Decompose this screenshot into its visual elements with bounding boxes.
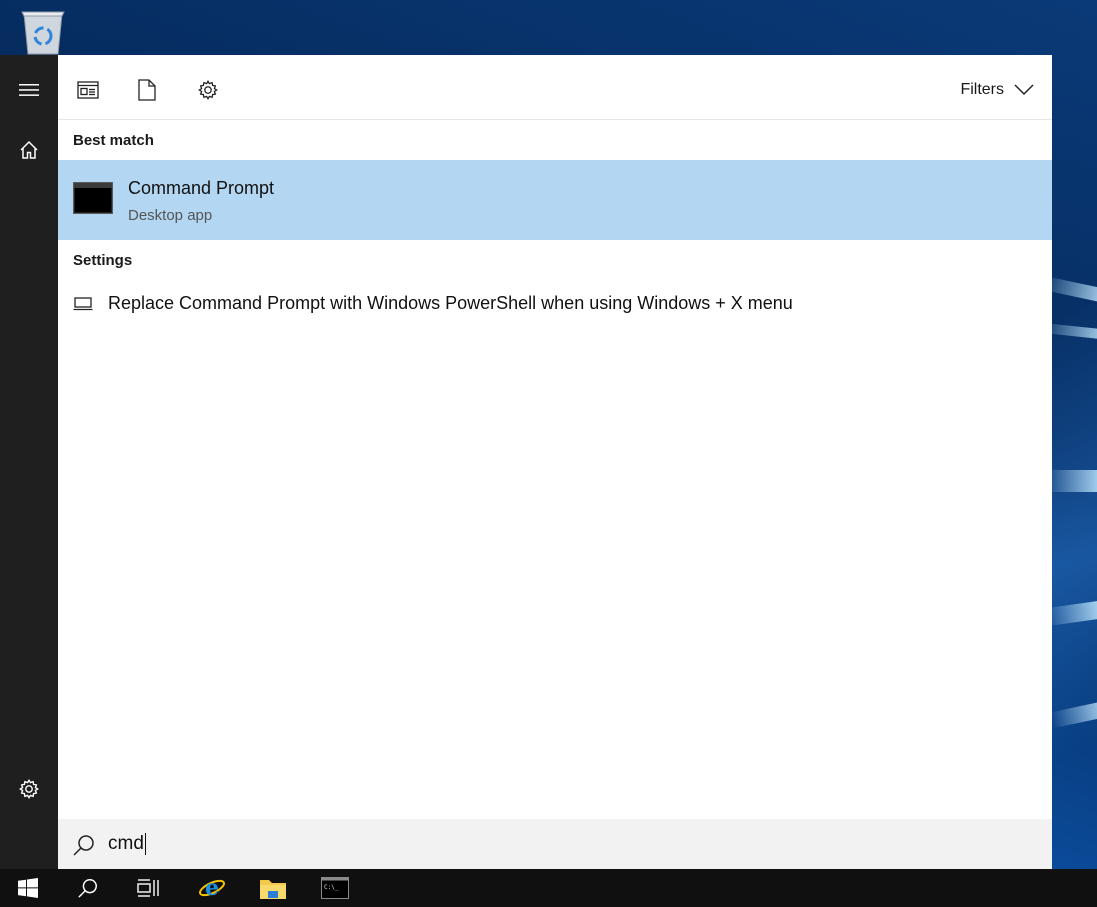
start-left-rail — [0, 55, 58, 869]
start-menu: Filters Best match Command Prompt Deskto… — [0, 55, 1052, 869]
best-match-subtitle: Desktop app — [128, 207, 213, 224]
gear-icon[interactable] — [9, 769, 49, 809]
gear-icon[interactable] — [190, 73, 226, 107]
hamburger-icon[interactable] — [9, 70, 49, 110]
wallpaper-light-beam — [1044, 600, 1097, 627]
task-view-icon[interactable] — [123, 869, 173, 907]
search-input[interactable]: cmd — [108, 831, 146, 857]
wallpaper-light-beam — [1045, 470, 1097, 492]
filters-label: Filters — [960, 81, 1004, 98]
recycle-bin-icon[interactable] — [18, 6, 68, 56]
command-prompt-icon — [73, 182, 113, 214]
text-caret — [144, 833, 146, 855]
search-icon[interactable] — [63, 869, 113, 907]
laptop-icon — [73, 297, 93, 311]
wallpaper-light-beam — [1049, 700, 1097, 729]
best-match-result[interactable]: Command Prompt Desktop app — [58, 160, 1052, 240]
search-filter-toolbar: Filters — [58, 55, 1052, 120]
filters-dropdown[interactable]: Filters — [960, 77, 1034, 103]
search-query: cmd — [108, 833, 144, 854]
home-icon[interactable] — [9, 130, 49, 170]
search-box[interactable]: cmd — [58, 819, 1052, 869]
windows-start-icon[interactable] — [3, 869, 53, 907]
best-match-title: Command Prompt — [128, 178, 275, 198]
taskbar: e C:\_ — [0, 869, 1097, 907]
settings-result-label: Replace Command Prompt with Windows Powe… — [108, 293, 793, 313]
internet-explorer-icon[interactable]: e — [187, 869, 237, 907]
search-results-panel: Filters Best match Command Prompt Deskto… — [58, 55, 1052, 869]
chevron-down-icon — [1014, 84, 1034, 96]
document-icon[interactable] — [129, 73, 165, 107]
file-explorer-icon[interactable] — [248, 869, 298, 907]
command-prompt-icon[interactable]: C:\_ — [310, 869, 360, 907]
search-icon — [73, 835, 94, 856]
svg-text:e: e — [205, 875, 219, 901]
apps-filter-icon[interactable] — [70, 73, 106, 107]
svg-text:C:\_: C:\_ — [324, 884, 339, 891]
best-match-header: Best match — [73, 132, 154, 149]
settings-result-item[interactable]: Replace Command Prompt with Windows Powe… — [58, 285, 1052, 321]
settings-header: Settings — [73, 252, 133, 269]
